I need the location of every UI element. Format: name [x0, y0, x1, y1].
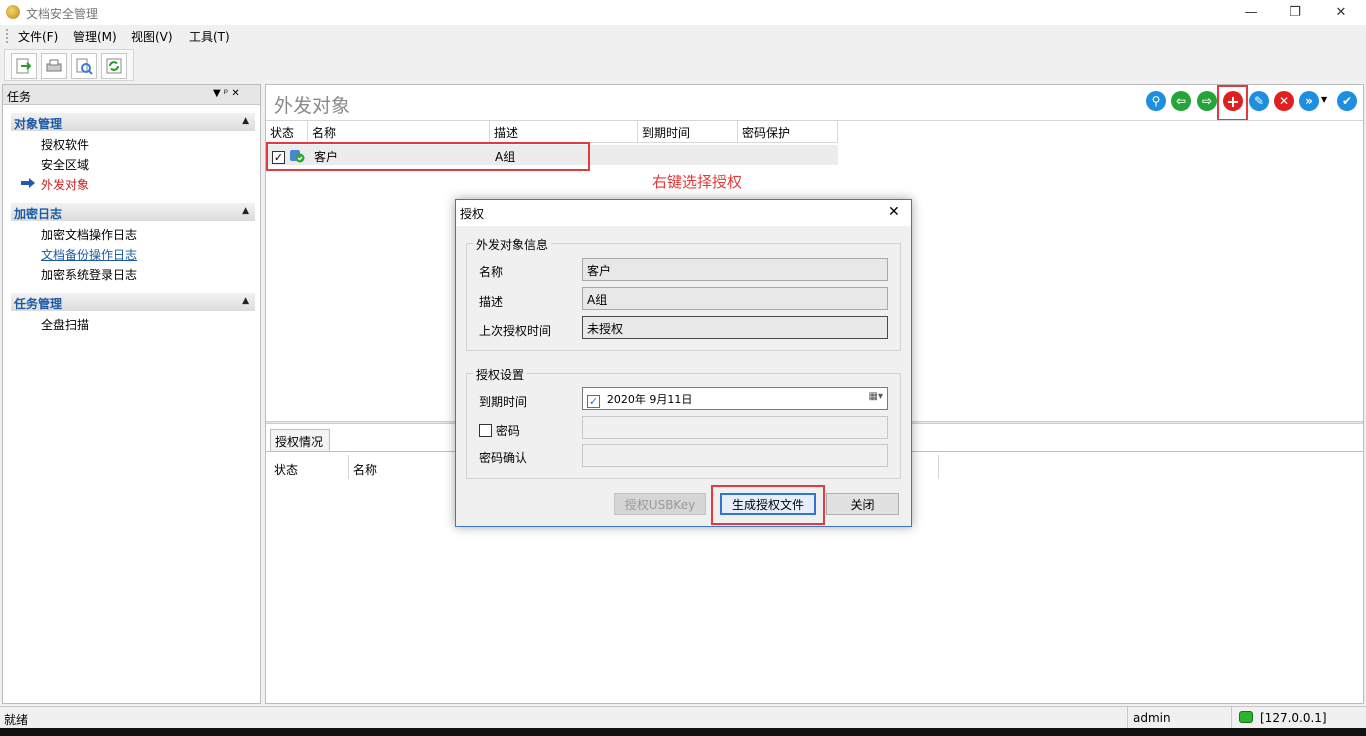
desc-label: 描述	[479, 295, 504, 309]
group-title: 对象管理	[14, 117, 63, 131]
dropdown-arrow-icon[interactable]: ▼	[1321, 95, 1327, 104]
collapse-icon[interactable]: ▲	[242, 116, 249, 126]
status-user: admin	[1133, 711, 1171, 725]
desc-field[interactable]: A组	[582, 287, 888, 310]
dialog-close-icon[interactable]: ✕	[888, 204, 900, 220]
nav-licensed-software[interactable]: 授权软件	[41, 136, 89, 153]
annotation-text: 右键选择授权	[652, 173, 743, 191]
usbkey-button[interactable]: 授权USBKey	[614, 493, 706, 515]
minimize-button[interactable]: —	[1228, 0, 1274, 25]
password-confirm-field[interactable]	[582, 444, 888, 467]
add-icon[interactable]: +	[1223, 91, 1243, 111]
settings-group-legend: 授权设置	[473, 366, 528, 383]
last-auth-label: 上次授权时间	[479, 324, 552, 338]
status-divider	[1231, 707, 1232, 728]
lower-column-status[interactable]: 状态	[274, 461, 298, 478]
dialog-close-button[interactable]: 关闭	[826, 493, 899, 515]
column-divider	[348, 455, 349, 479]
password-toggle[interactable]: 密码	[479, 422, 520, 439]
name-label: 名称	[479, 265, 504, 279]
generate-license-button[interactable]: 生成授权文件	[720, 493, 816, 515]
search-icon[interactable]: ⚲	[1146, 91, 1166, 111]
status-bar: 就绪 admin [127.0.0.1]	[0, 706, 1366, 728]
auth-dialog: 授权 ✕ 外发对象信息 名称 客户 描述 A组 上次授权时间 未授权 授权设置 …	[455, 199, 912, 527]
print-icon[interactable]	[41, 53, 67, 79]
export-icon[interactable]	[11, 53, 37, 79]
preview-icon[interactable]	[71, 53, 97, 79]
menu-file[interactable]: 文件(F)	[14, 28, 62, 45]
status-divider	[1127, 707, 1128, 728]
collapse-icon[interactable]: ▲	[242, 206, 249, 216]
calendar-dropdown-icon[interactable]: ▦▾	[869, 391, 883, 402]
password-confirm-label: 密码确认	[479, 451, 528, 465]
name-field[interactable]: 客户	[582, 258, 888, 281]
expire-checkbox[interactable]: ✓	[587, 395, 600, 408]
nav-backup-log[interactable]: 文档备份操作日志	[41, 246, 137, 263]
dialog-title: 授权	[460, 207, 485, 221]
menu-bar: 文件(F) 管理(M) 视图(V) 工具(T)	[0, 25, 1366, 47]
taskbar-strip	[0, 728, 1366, 736]
nav-secure-area[interactable]: 安全区域	[41, 156, 89, 173]
menu-grip	[6, 29, 9, 43]
expire-label: 到期时间	[479, 395, 528, 409]
connection-status-icon	[1239, 711, 1253, 723]
column-status[interactable]: 状态	[266, 121, 308, 143]
expire-value: 2020年 9月11日	[606, 393, 693, 406]
title-bar: 文档安全管理 — ❐ ✕	[0, 0, 1366, 25]
status-server: [127.0.0.1]	[1260, 711, 1327, 725]
nav-encrypt-doc-log[interactable]: 加密文档操作日志	[41, 226, 137, 243]
settings-icon[interactable]: ✔	[1337, 91, 1357, 111]
password-field[interactable]	[582, 416, 888, 439]
group-encrypt-log[interactable]: 加密日志 ▲	[11, 203, 255, 221]
nav-login-log[interactable]: 加密系统登录日志	[41, 266, 137, 283]
task-panel: 任务 ▼ ᵖ ✕ 对象管理 ▲ 授权软件 安全区域 外发对象 加密日志 ▲ 加密…	[2, 84, 261, 704]
dialog-titlebar: 授权 ✕	[456, 200, 911, 226]
password-checkbox[interactable]	[479, 424, 492, 437]
edit-icon[interactable]: ✎	[1249, 91, 1269, 111]
column-divider	[938, 455, 939, 479]
nav-outgoing-object[interactable]: 外发对象	[41, 176, 89, 193]
arrow-right-icon	[20, 177, 36, 189]
toolbar	[4, 49, 134, 81]
panel-pin-icon[interactable]: ▼ ᵖ ✕	[213, 88, 240, 99]
collapse-icon[interactable]: ▲	[242, 296, 249, 306]
password-label: 密码	[495, 424, 520, 438]
menu-manage[interactable]: 管理(M)	[69, 28, 121, 45]
window-title: 文档安全管理	[26, 7, 99, 21]
column-desc[interactable]: 描述	[490, 121, 638, 143]
column-password[interactable]: 密码保护	[738, 121, 838, 143]
forward-icon[interactable]: ⇨	[1197, 91, 1217, 111]
info-group-legend: 外发对象信息	[473, 236, 552, 253]
group-object-manage[interactable]: 对象管理 ▲	[11, 113, 255, 131]
column-name[interactable]: 名称	[308, 121, 490, 143]
more-icon[interactable]: »	[1299, 91, 1319, 111]
menu-tools[interactable]: 工具(T)	[185, 28, 234, 45]
group-title: 任务管理	[14, 297, 63, 311]
app-icon	[6, 5, 20, 19]
refresh-icon[interactable]	[101, 53, 127, 79]
page-title: 外发对象	[274, 95, 351, 117]
group-title: 加密日志	[14, 207, 63, 221]
status-text: 就绪	[4, 713, 29, 727]
menu-view[interactable]: 视图(V)	[127, 28, 177, 45]
group-task-manage[interactable]: 任务管理 ▲	[11, 293, 255, 311]
task-panel-title: 任务	[7, 90, 32, 104]
tab-auth-status[interactable]: 授权情况	[270, 429, 330, 451]
delete-icon[interactable]: ✕	[1274, 91, 1294, 111]
lower-column-name[interactable]: 名称	[353, 461, 377, 478]
expire-date-picker[interactable]: ✓ 2020年 9月11日 ▦▾	[582, 387, 888, 410]
column-expire[interactable]: 到期时间	[638, 121, 738, 143]
row-highlight-box	[266, 142, 590, 171]
back-icon[interactable]: ⇦	[1171, 91, 1191, 111]
task-panel-header: 任务 ▼ ᵖ ✕	[3, 85, 260, 105]
last-auth-field[interactable]: 未授权	[582, 316, 888, 339]
nav-full-scan[interactable]: 全盘扫描	[41, 316, 89, 333]
restore-button[interactable]: ❐	[1272, 0, 1318, 25]
close-button[interactable]: ✕	[1318, 0, 1364, 25]
